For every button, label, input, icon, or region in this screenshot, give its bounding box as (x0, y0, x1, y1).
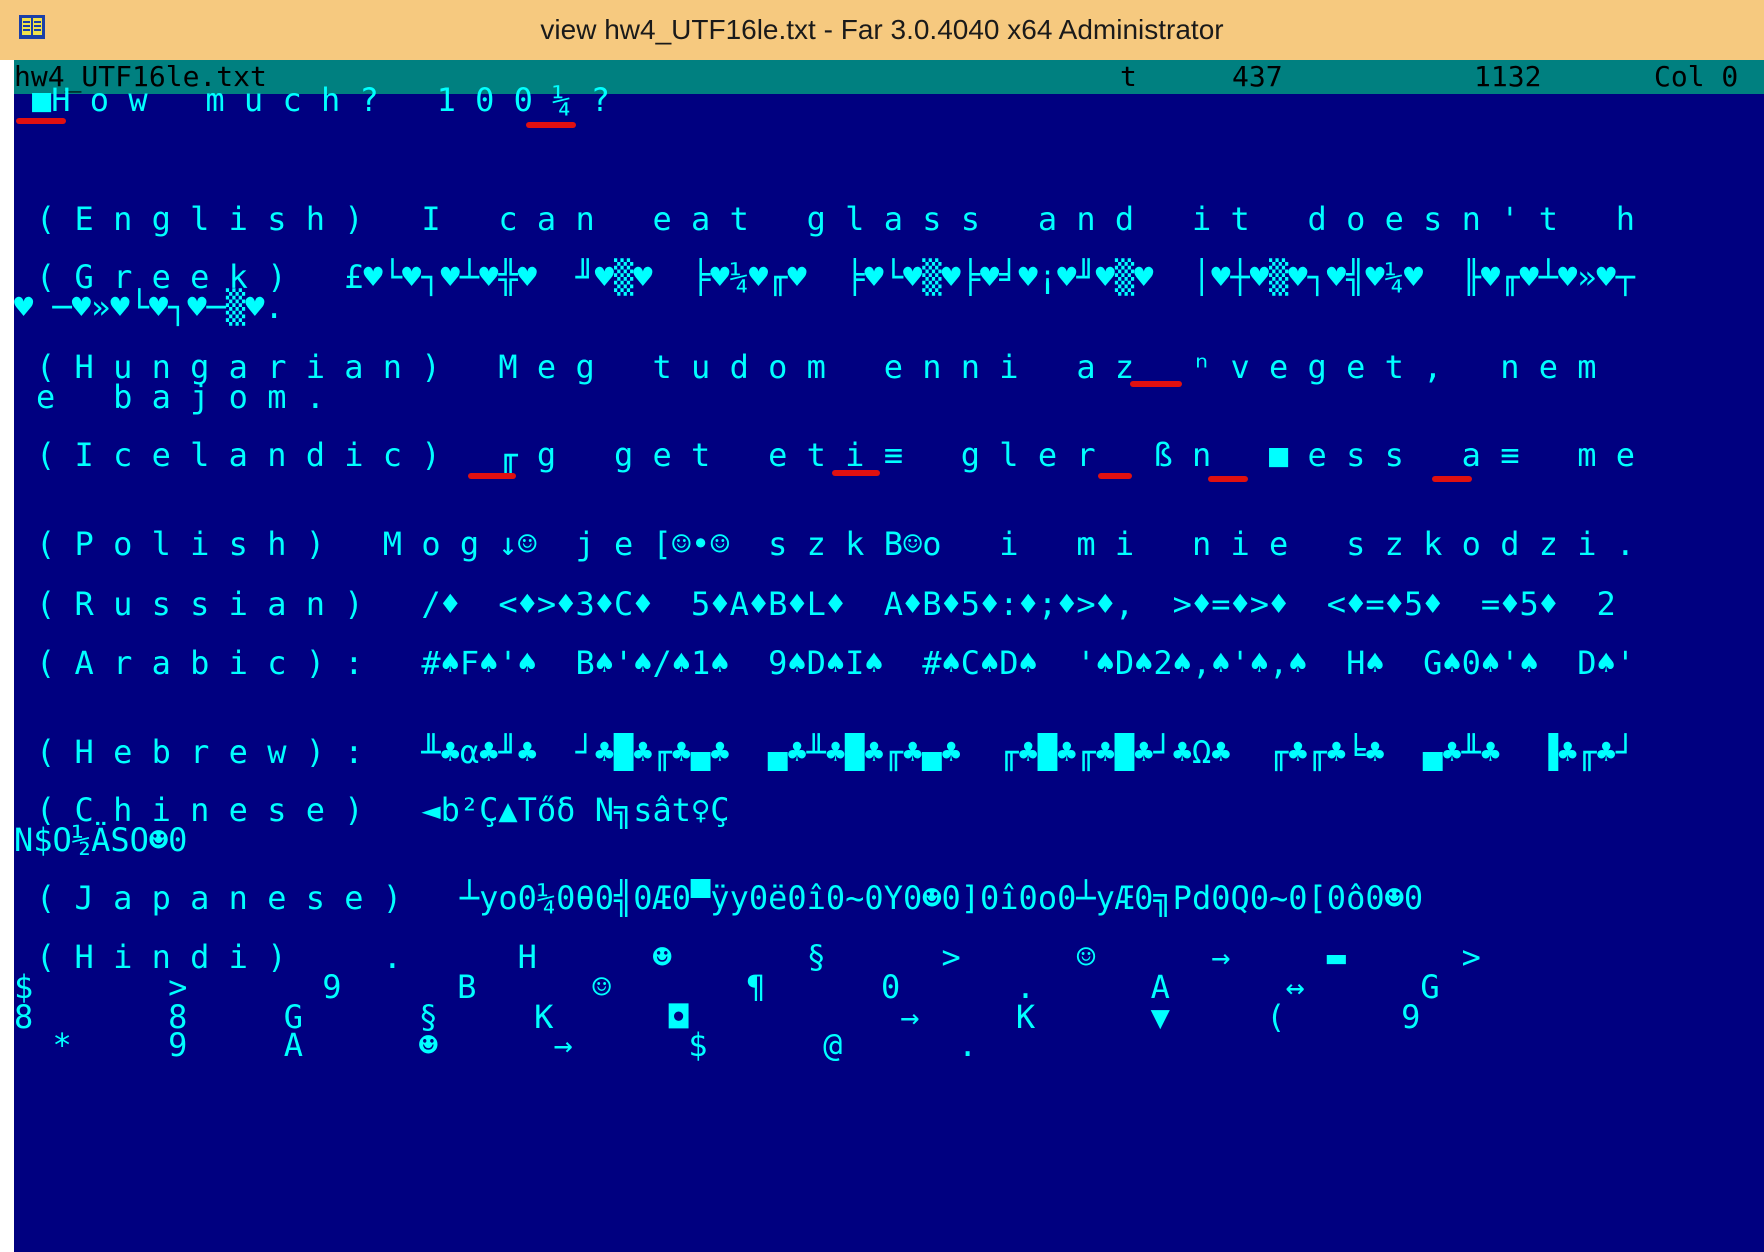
text-line-polish: ( P o l i s h ) M o g ↓☺ j e [☺•☺ s z k … (36, 525, 1636, 563)
text-line-russian: ( R u s s i a n ) /♦ <♦>♦3♦C♦ 5♦A♦B♦L♦ A… (36, 585, 1616, 623)
annotation-underline (1098, 473, 1132, 479)
text-line-hindi-4: * 9 A ☻ → $ @ . (14, 1026, 978, 1064)
text-line-japanese: ( J a p a n e s e ) ┴yo0¼0θ0╣0Æ0▀ÿy0ë0î0… (36, 879, 1424, 917)
text-line-chinese-cont: N$O½ÄSO☻0 (14, 821, 188, 859)
far-manager-window: view hw4_UTF16le.txt - Far 3.0.4040 x64 … (0, 0, 1764, 1252)
text-line-how-much: ■H o w m u c h ? 1 0 0 ¼ ? (32, 81, 610, 119)
annotation-underline (1208, 476, 1248, 482)
annotation-underline (526, 122, 576, 128)
annotation-underline (16, 118, 66, 124)
text-line-hungarian-cont: e b a j o m . (36, 378, 325, 416)
annotation-underline (1432, 476, 1472, 482)
text-line-icelandic: ( I c e l a n d i c ) ╓ g g e t e t i ≡ … (36, 436, 1636, 474)
text-line-greek-cont: ♥ ─♥»♥└♥┐♥─▒♥. (14, 288, 284, 326)
annotation-underline (1130, 381, 1182, 387)
annotation-underline (832, 470, 880, 476)
text-line-hebrew: ( H e b r e w ) : ╨♣α♣╜♣ ┘♣█♣╓♣▄♣ ▄♣╨♣█♣… (36, 733, 1636, 771)
annotation-underline (468, 473, 516, 479)
title-bar: view hw4_UTF16le.txt - Far 3.0.4040 x64 … (0, 0, 1764, 60)
viewer-text-area: ■H o w m u c h ? 1 0 0 ¼ ? ( E n g l i s… (14, 60, 1764, 1252)
text-line-english: ( E n g l i s h ) I c a n e a t g l a s … (36, 200, 1636, 238)
text-viewer[interactable]: hw4_UTF16le.txt t 437 1132 Col 0 ■H o w … (14, 60, 1764, 1252)
window-title: view hw4_UTF16le.txt - Far 3.0.4040 x64 … (540, 14, 1224, 45)
text-line-arabic: ( A r a b i c ) : #♠F♠'♠ B♠'♠/♠1♠ 9♠D♠I♠… (36, 644, 1636, 682)
